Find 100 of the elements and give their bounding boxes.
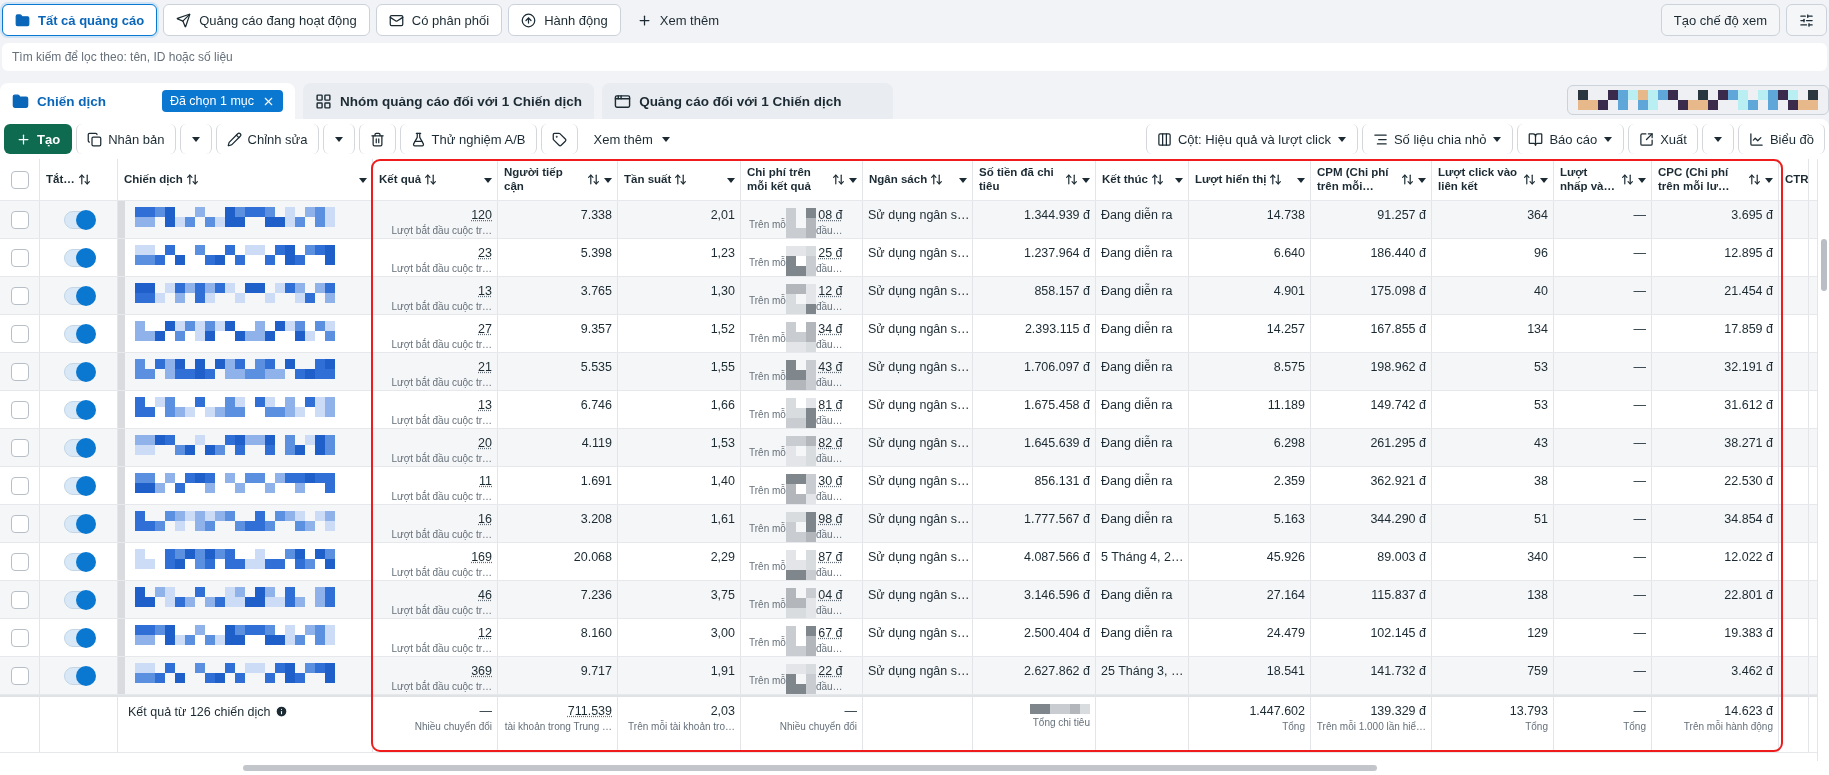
settings-button[interactable] (1786, 4, 1827, 36)
column-header[interactable]: Tần suất (618, 159, 741, 200)
status-toggle[interactable] (63, 286, 94, 305)
table-cell: 1,53 (710, 436, 735, 450)
menu-button[interactable]: Cột: Hiệu quả và lượt click (1145, 124, 1358, 154)
toolbar-button[interactable]: Nhân bản (76, 124, 176, 154)
table-cell: Đang diễn ra (1101, 284, 1173, 298)
column-header[interactable]: CPC (Chi phí trên mỗi lư… (1652, 159, 1779, 200)
column-header[interactable]: Tắt… (40, 159, 118, 200)
status-toggle[interactable] (63, 248, 94, 267)
row-checkbox[interactable] (10, 286, 29, 305)
table-cell: 5.398 (580, 246, 612, 260)
column-header[interactable]: Lượt nhấp và… (1554, 159, 1652, 200)
table-cell: Đang diễn ra (1101, 246, 1173, 260)
table-cell: 149.742 đ (1370, 398, 1426, 412)
more-filters-button[interactable]: Xem thêm (626, 4, 729, 36)
level-tab[interactable]: Quảng cáo đối với 1 Chiến dịch (602, 83, 894, 119)
table-cell: 11.189 (1267, 398, 1305, 412)
total-value: 139.329 đ (1370, 704, 1426, 718)
toolbar-button[interactable]: Thử nghiệm A/B (399, 124, 537, 154)
status-toggle[interactable] (63, 552, 94, 571)
column-header[interactable]: Kết quả (373, 159, 498, 200)
level-tab[interactable]: Nhóm quảng cáo đối với 1 Chiến dịch (303, 83, 595, 119)
table-cell: 25 đ (818, 246, 843, 260)
table-cell: 5 Tháng 4, 2… (1101, 550, 1184, 564)
table-cell: 3.765 (580, 284, 612, 298)
more-menu-button[interactable]: Xem thêm (581, 124, 683, 154)
table-cell: 186.440 đ (1370, 246, 1426, 260)
table-cell: 344.290 đ (1370, 512, 1426, 526)
table-cell: 30 đ (818, 474, 843, 488)
filter-tab[interactable]: Có phân phối (375, 4, 503, 36)
column-header[interactable]: Chi phí trên mỗi kết quả (741, 159, 863, 200)
table-cell: Đang diễn ra (1101, 626, 1173, 640)
toolbar-button[interactable]: Biểu đồ (1737, 124, 1825, 154)
status-toggle[interactable] (63, 476, 94, 495)
table-cell: 856.131 đ (1034, 474, 1090, 488)
row-checkbox[interactable] (10, 248, 29, 267)
row-checkbox[interactable] (10, 210, 29, 229)
cell-note: Trên mỗ (749, 371, 786, 382)
table-cell: 89.003 đ (1377, 550, 1426, 564)
search-field[interactable]: Tìm kiếm để lọc theo: tên, ID hoặc số liệu (2, 43, 1827, 71)
table-cell: 21 (478, 360, 492, 374)
toolbar-button[interactable]: Xuất (1628, 124, 1698, 154)
info-icon[interactable] (274, 705, 288, 718)
column-header[interactable]: Ngân sách (863, 159, 973, 200)
column-header[interactable]: Kết thúc (1096, 159, 1189, 200)
table-cell: 6.298 (1273, 436, 1305, 450)
status-toggle[interactable] (63, 438, 94, 457)
column-header[interactable]: Số tiền đã chi tiêu (973, 159, 1096, 200)
row-checkbox[interactable] (10, 628, 29, 647)
column-header[interactable]: CPM (Chi phí trên mỗi… (1311, 159, 1432, 200)
menu-button[interactable]: Số liệu chia nhỏ (1361, 124, 1514, 154)
row-checkbox[interactable] (10, 590, 29, 609)
status-toggle[interactable] (63, 362, 94, 381)
status-toggle[interactable] (63, 210, 94, 229)
column-header[interactable]: Lượt click vào liên kết (1432, 159, 1554, 200)
export-icon (1639, 131, 1655, 147)
row-checkbox[interactable] (10, 438, 29, 457)
status-toggle[interactable] (63, 400, 94, 419)
table-cell: 34.854 đ (1724, 512, 1773, 526)
level-tab[interactable]: Chiến dịch Đã chọn 1 mục (0, 83, 295, 119)
row-checkbox[interactable] (10, 552, 29, 571)
total-value: 2,03 (710, 704, 735, 718)
column-header[interactable]: CTR (1779, 159, 1809, 200)
row-checkbox[interactable] (10, 476, 29, 495)
row-checkbox[interactable] (10, 324, 29, 343)
menu-button[interactable]: Báo cáo (1517, 124, 1625, 154)
table-cell: — (1633, 246, 1646, 260)
sort-icon (1523, 173, 1536, 186)
status-toggle[interactable] (63, 590, 94, 609)
table-cell: 1,91 (710, 664, 735, 678)
window-icon (614, 92, 632, 110)
status-toggle[interactable] (63, 666, 94, 685)
column-header[interactable]: Lượt hiển thị (1189, 159, 1311, 200)
row-checkbox[interactable] (10, 514, 29, 533)
status-toggle[interactable] (63, 324, 94, 343)
settings-icon (1799, 12, 1814, 28)
table-cell: 1.237.964 đ (1023, 246, 1090, 260)
status-toggle[interactable] (63, 514, 94, 533)
row-checkbox[interactable] (10, 666, 29, 685)
filter-tab[interactable]: Hành động (508, 4, 621, 36)
table-cell: 3.695 đ (1731, 208, 1773, 222)
column-header[interactable]: Người tiếp cận (498, 159, 618, 200)
date-range-field[interactable] (1567, 85, 1829, 115)
create-button[interactable]: Tạo (4, 124, 73, 154)
row-checkbox[interactable] (10, 362, 29, 381)
select-all-checkbox[interactable] (10, 170, 29, 189)
create-view-button[interactable]: Tạo chế độ xem (1660, 4, 1780, 36)
table-cell: Đang diễn ra (1101, 588, 1173, 602)
caret-icon (333, 134, 344, 144)
table-cell: 34 đ (818, 322, 843, 336)
chart-icon (1748, 131, 1764, 147)
filter-tab[interactable]: Quảng cáo đang hoạt động (163, 4, 370, 36)
filter-tab[interactable]: Tất cả quảng cáo (2, 4, 158, 36)
status-toggle[interactable] (63, 628, 94, 647)
row-checkbox[interactable] (10, 400, 29, 419)
table-cell: 20 (478, 436, 492, 450)
table-cell: 82 đ (818, 436, 843, 450)
toolbar-button[interactable]: Chỉnh sửa (215, 124, 319, 154)
column-header[interactable]: Chiến dịch (118, 159, 373, 200)
